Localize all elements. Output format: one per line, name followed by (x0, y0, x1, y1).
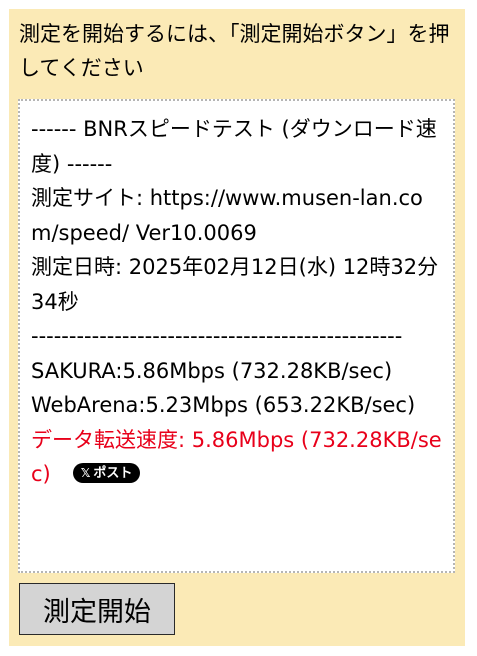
result-text: ------ BNRスピードテスト (ダウンロード速度) ------ 測定サイ… (31, 112, 445, 492)
result-datetime: 測定日時: 2025年02月12日(水) 12時32分34秒 (31, 255, 439, 314)
result-box[interactable]: ------ BNRスピードテスト (ダウンロード速度) ------ 測定サイ… (18, 99, 455, 573)
result-transfer-speed: データ転送速度: 5.86Mbps (732.28KB/sec) 𝕏 ポスト (31, 423, 445, 492)
instruction-text: 測定を開始するには、「測定開始ボタン」を押してください (19, 22, 450, 80)
x-post-button[interactable]: 𝕏 ポスト (72, 463, 141, 483)
x-logo-icon: 𝕏 (80, 466, 91, 480)
x-post-label: ポスト (93, 466, 133, 481)
speedtest-panel: 測定を開始するには、「測定開始ボタン」を押してください ------ BNRスピ… (9, 9, 465, 646)
result-site: 測定サイト: https://www.musen-lan.com/speed/ … (31, 186, 423, 245)
result-webarena: WebArena:5.23Mbps (653.22KB/sec) (31, 393, 416, 417)
start-measurement-button[interactable]: 測定開始 (19, 583, 175, 635)
result-sakura: SAKURA:5.86Mbps (732.28KB/sec) (31, 358, 393, 383)
result-separator: ----------------------------------------… (31, 324, 403, 348)
result-header: ------ BNRスピードテスト (ダウンロード速度) ------ (31, 117, 437, 176)
